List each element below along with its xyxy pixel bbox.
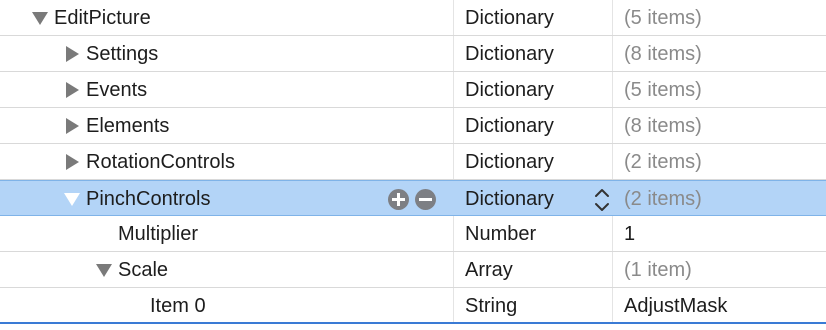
column-divider [612, 252, 613, 287]
row-value[interactable]: 1 [624, 216, 635, 252]
column-divider [612, 288, 613, 322]
column-divider [612, 108, 613, 143]
row-value: (5 items) [624, 79, 702, 101]
disclosure-expanded-icon[interactable] [95, 252, 113, 288]
disclosure-collapsed-icon[interactable] [63, 144, 81, 180]
plus-circle-icon[interactable] [388, 189, 409, 210]
row-type: Dictionary [465, 7, 554, 29]
row-key: RotationControls [86, 151, 235, 173]
column-divider [612, 0, 613, 35]
row-type: Dictionary [465, 151, 554, 173]
column-divider [612, 36, 613, 71]
column-divider [453, 252, 454, 287]
row-multiplier[interactable]: Multiplier Number 1 [0, 216, 826, 252]
column-divider [612, 144, 613, 179]
row-type: Number [465, 223, 537, 245]
row-elements[interactable]: Elements Dictionary (8 items) [0, 108, 826, 144]
row-value: (2 items) [624, 151, 702, 173]
disclosure-collapsed-icon[interactable] [63, 36, 81, 72]
row-key: Item 0 [150, 295, 206, 317]
row-type-popup[interactable]: Dictionary [465, 181, 554, 217]
disclosure-expanded-icon[interactable] [63, 181, 81, 217]
row-key: Multiplier [118, 223, 199, 245]
column-divider [453, 108, 454, 143]
column-divider [612, 72, 613, 107]
disclosure-expanded-icon[interactable] [31, 0, 49, 36]
disclosure-collapsed-icon[interactable] [63, 108, 81, 144]
row-key: Events [86, 79, 148, 101]
row-editpicture[interactable]: EditPicture Dictionary (5 items) [0, 0, 826, 36]
row-key: PinchControls [86, 188, 211, 210]
row-value: (2 items) [624, 188, 702, 210]
row-value: (8 items) [624, 115, 702, 137]
row-settings[interactable]: Settings Dictionary (8 items) [0, 36, 826, 72]
column-divider [453, 72, 454, 107]
row-type: Array [465, 259, 513, 281]
row-rotationcontrols[interactable]: RotationControls Dictionary (2 items) [0, 144, 826, 180]
row-key: Scale [118, 259, 169, 281]
plist-editor: EditPicture Dictionary (5 items) Setting… [0, 0, 826, 330]
row-value: (5 items) [624, 7, 702, 29]
row-type: Dictionary [465, 115, 554, 137]
row-pinchcontrols-selected[interactable]: PinchControls Dictionary (2 items) [0, 180, 826, 216]
disclosure-collapsed-icon[interactable] [63, 72, 81, 108]
row-events[interactable]: Events Dictionary (5 items) [0, 72, 826, 108]
column-divider [453, 36, 454, 71]
column-divider [612, 216, 613, 251]
row-value: (8 items) [624, 43, 702, 65]
row-scale[interactable]: Scale Array (1 item) [0, 252, 826, 288]
column-divider [453, 144, 454, 179]
minus-circle-icon[interactable] [415, 189, 436, 210]
row-key: EditPicture [54, 7, 151, 29]
row-item-0[interactable]: Item 0 String AdjustMask [0, 288, 826, 324]
row-value: (1 item) [624, 259, 692, 281]
column-divider [453, 288, 454, 322]
column-divider [453, 0, 454, 35]
column-divider [453, 216, 454, 251]
row-value[interactable]: AdjustMask [624, 288, 727, 324]
row-key: Elements [86, 115, 170, 137]
row-type: Dictionary [465, 79, 554, 101]
row-type: String [465, 295, 518, 317]
row-type: Dictionary [465, 43, 554, 65]
up-down-chevron-icon[interactable] [594, 186, 610, 214]
row-key: Settings [86, 43, 159, 65]
